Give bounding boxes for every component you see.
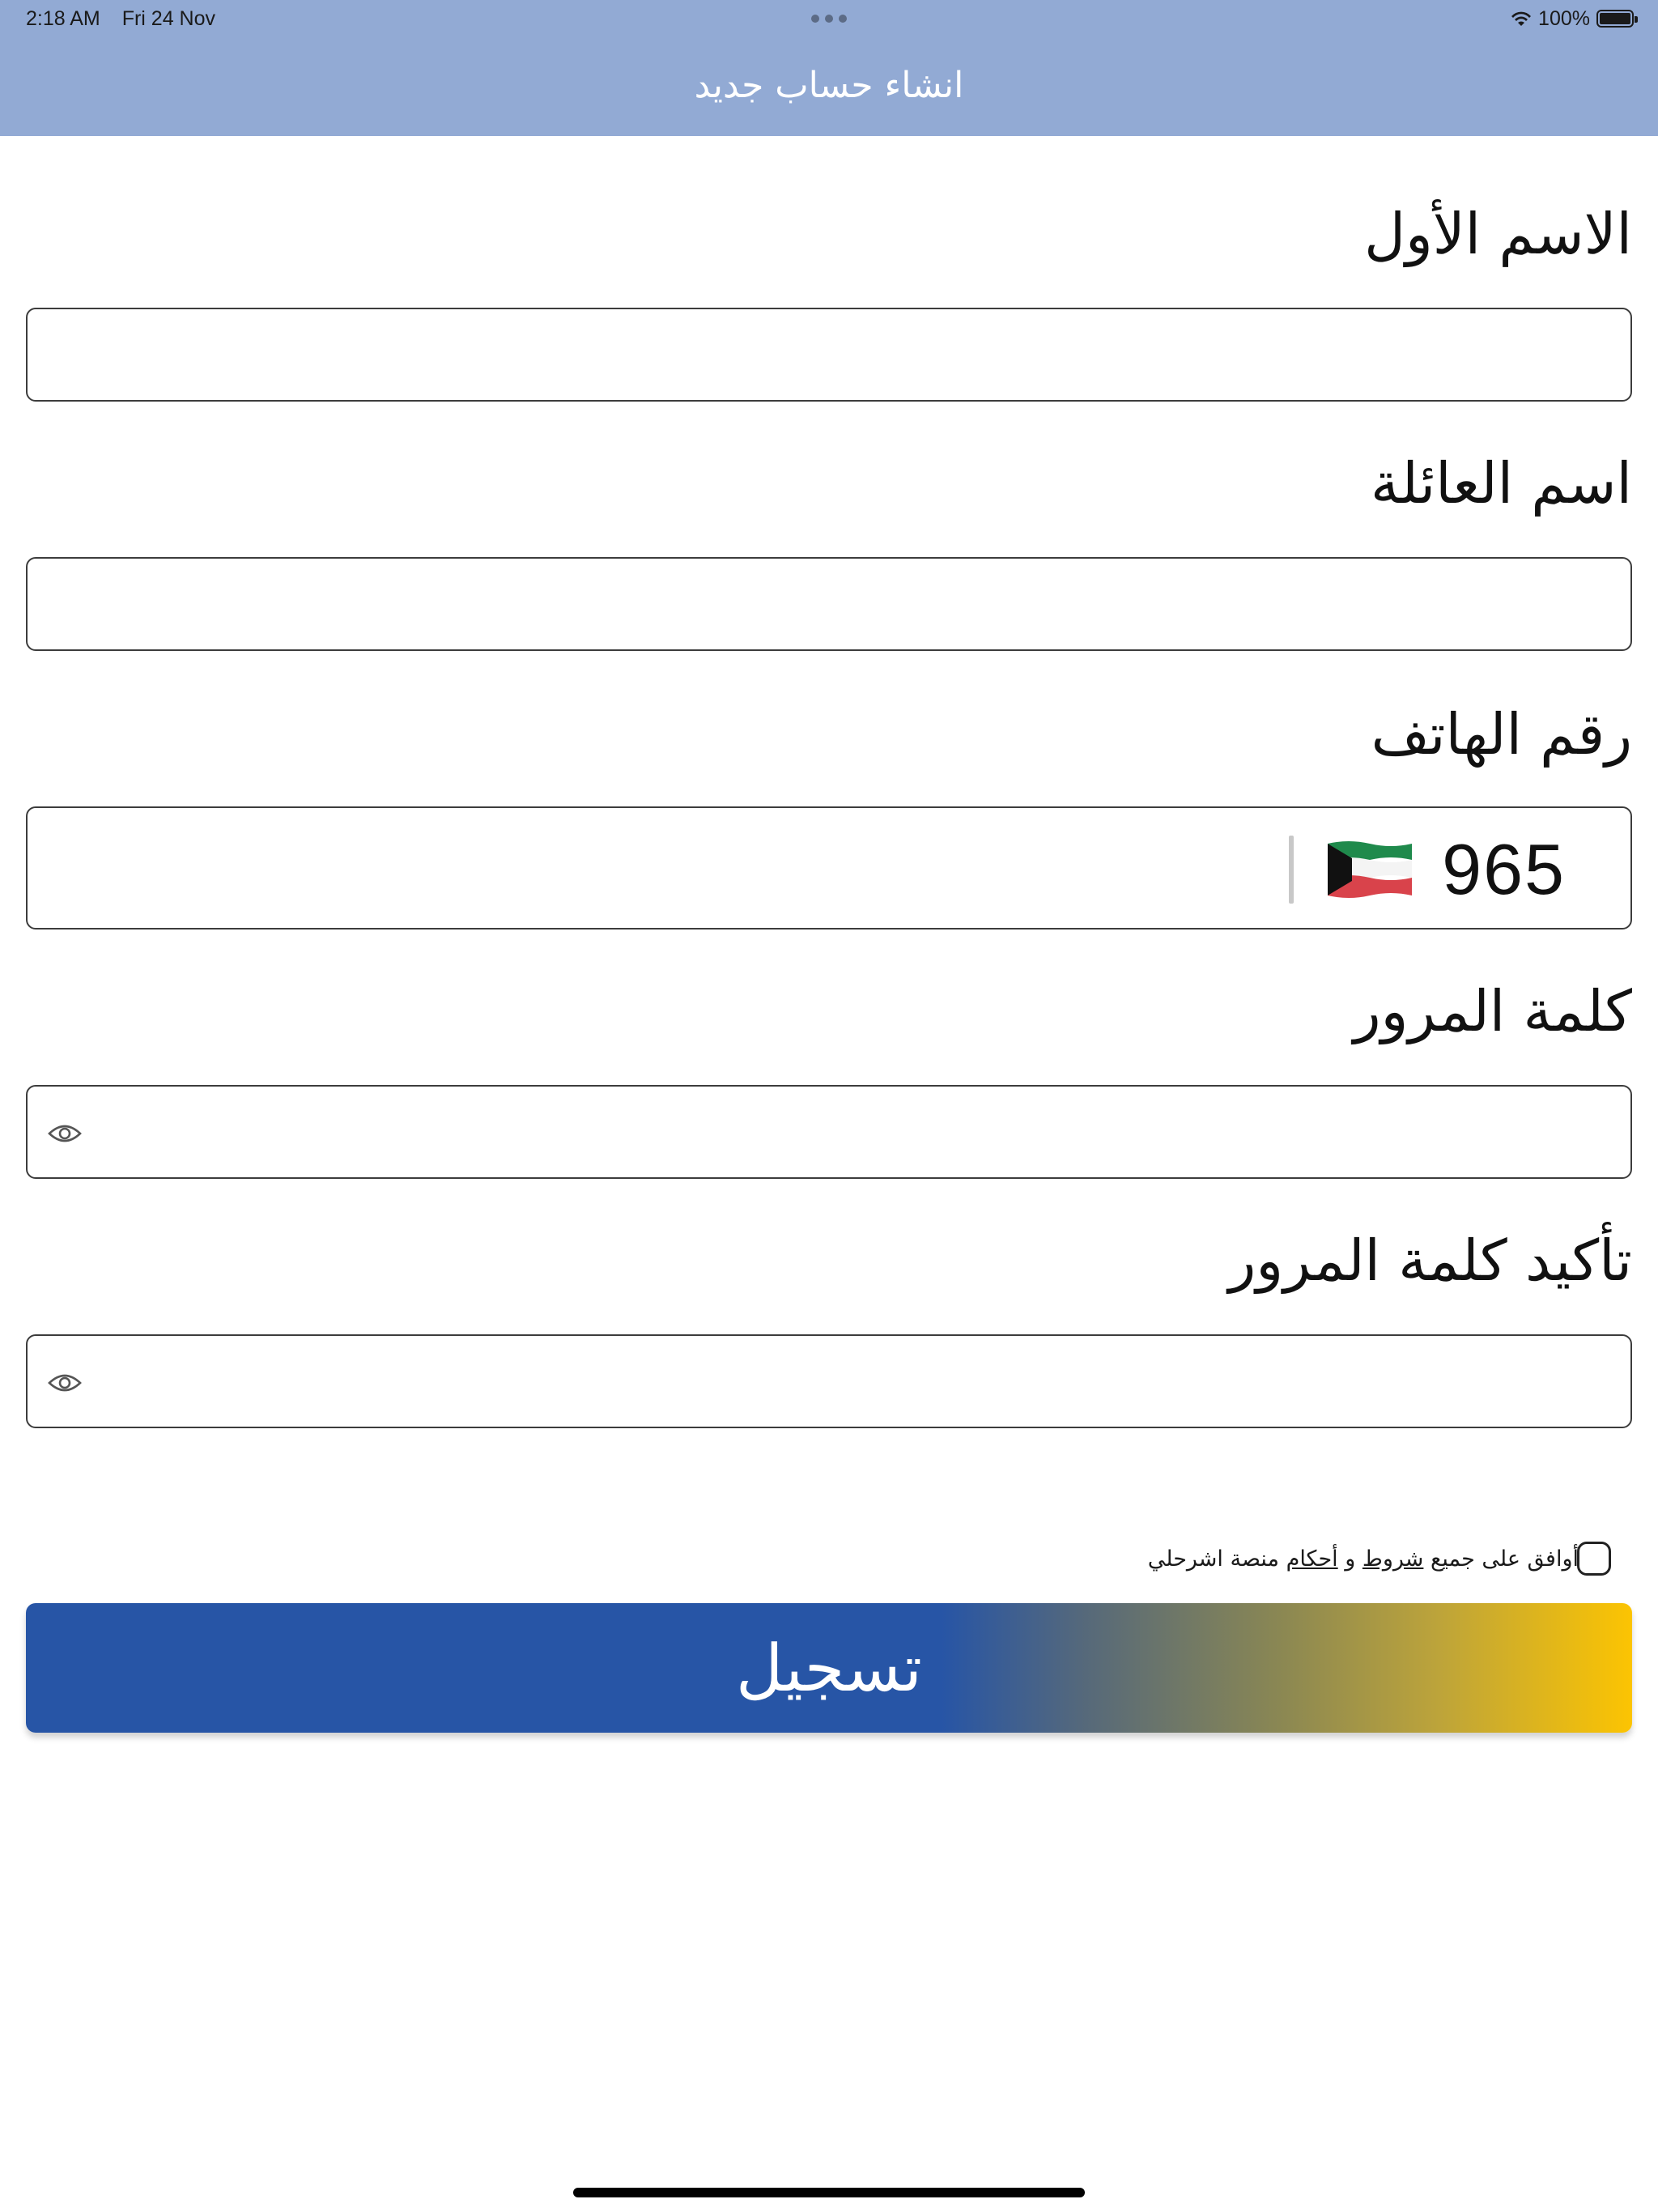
register-button-label: تسجيل bbox=[736, 1630, 922, 1706]
status-bar-right: 100% bbox=[1509, 6, 1638, 31]
terms-link[interactable]: شروط bbox=[1363, 1546, 1424, 1572]
battery-icon bbox=[1596, 10, 1638, 28]
status-bar-time: 2:18 AM Fri 24 Nov bbox=[26, 6, 232, 31]
phone-input[interactable]: 965 bbox=[26, 806, 1632, 929]
register-button[interactable]: تسجيل bbox=[26, 1603, 1632, 1733]
terms-text-before: أوافق على جميع bbox=[1423, 1546, 1579, 1572]
terms-text-after: منصة اشرحلي bbox=[1147, 1546, 1286, 1572]
multitask-dots-icon[interactable] bbox=[811, 15, 847, 23]
last-name-label: اسم العائلة bbox=[1371, 450, 1632, 517]
first-name-label: الاسم الأول bbox=[1364, 201, 1632, 267]
wifi-icon bbox=[1511, 11, 1532, 26]
page-title: انشاء حساب جديد bbox=[694, 65, 964, 106]
kuwait-flag-icon[interactable] bbox=[1328, 839, 1412, 900]
app-header: 2:18 AM Fri 24 Nov 100% انشاء حساب جديد bbox=[0, 0, 1658, 136]
phone-label: رقم الهاتف bbox=[1371, 701, 1632, 768]
terms-checkbox[interactable] bbox=[1577, 1542, 1611, 1576]
terms-and: و bbox=[1337, 1546, 1363, 1572]
last-name-input[interactable] bbox=[26, 557, 1632, 651]
status-time: 2:18 AM bbox=[26, 7, 100, 30]
first-name-input[interactable] bbox=[26, 308, 1632, 402]
eye-icon[interactable] bbox=[47, 1116, 83, 1151]
confirm-password-label: تأكيد كلمة المرور bbox=[1228, 1227, 1632, 1294]
battery-percent: 100% bbox=[1538, 7, 1590, 30]
password-label: كلمة المرور bbox=[1353, 978, 1632, 1044]
eye-icon[interactable] bbox=[47, 1365, 83, 1401]
password-input[interactable] bbox=[26, 1085, 1632, 1179]
country-code-divider bbox=[1289, 836, 1294, 904]
confirm-password-input[interactable] bbox=[26, 1334, 1632, 1428]
home-indicator bbox=[573, 2188, 1085, 2197]
status-date: Fri 24 Nov bbox=[121, 7, 215, 30]
country-code[interactable]: 965 bbox=[1442, 832, 1566, 907]
conditions-link[interactable]: أحكام bbox=[1286, 1546, 1338, 1572]
terms-text: أوافق على جميع شروط و أحكام منصة اشرحلي bbox=[1148, 1543, 1579, 1576]
